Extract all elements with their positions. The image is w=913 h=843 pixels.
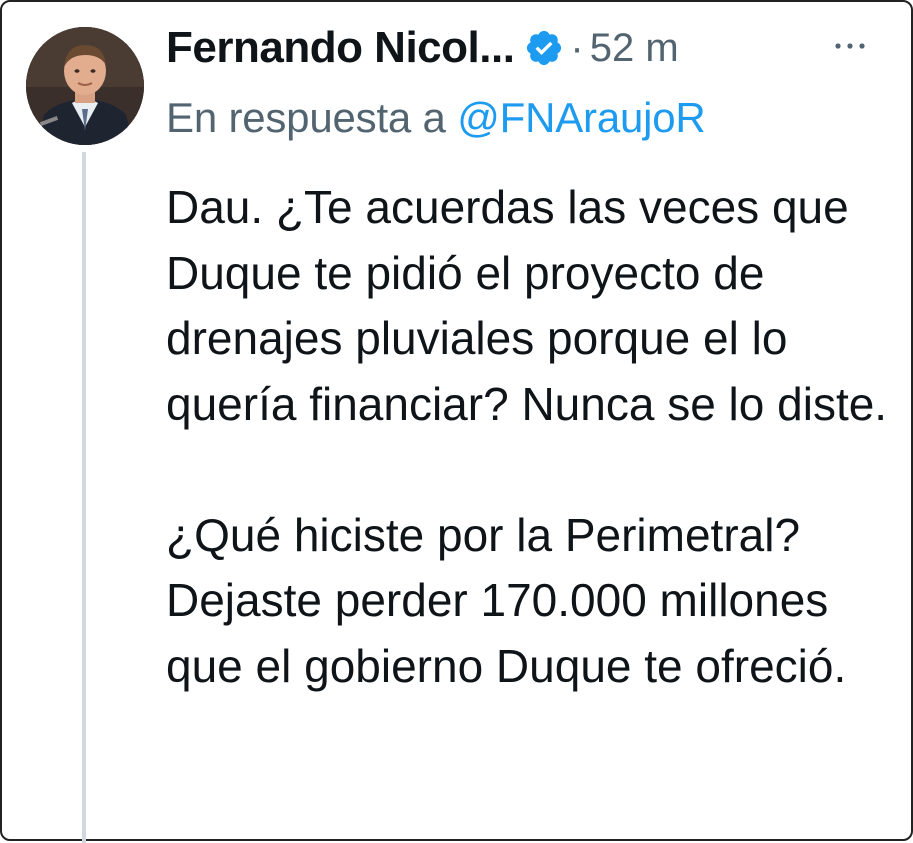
tweet-paragraph-1: Dau. ¿Te acuerdas las veces que Duque te… [166,181,888,430]
reply-handle-link[interactable]: @FNAraujoR [457,94,706,141]
reply-prefix: En respuesta a [166,94,446,141]
tweet-header: Fernando Nicol... · 52 m [166,18,679,78]
author-name[interactable]: Fernando Nicol... [166,23,515,73]
thread-line [82,152,86,843]
reply-context: En respuesta a @FNAraujoR [166,94,706,142]
avatar-image [26,27,144,145]
avatar[interactable] [26,27,144,145]
verified-badge-icon [524,28,564,68]
tweet-paragraph-2: ¿Qué hiciste por la Perimetral? Dejaste … [166,508,847,692]
more-horizontal-icon[interactable] [830,30,870,60]
time-separator: · [570,25,584,70]
tweet-text: Dau. ¿Te acuerdas las veces que Duque te… [166,175,896,699]
tweet-timestamp[interactable]: 52 m [590,26,679,71]
tweet-card[interactable]: Fernando Nicol... · 52 m En respuesta a … [0,0,913,843]
